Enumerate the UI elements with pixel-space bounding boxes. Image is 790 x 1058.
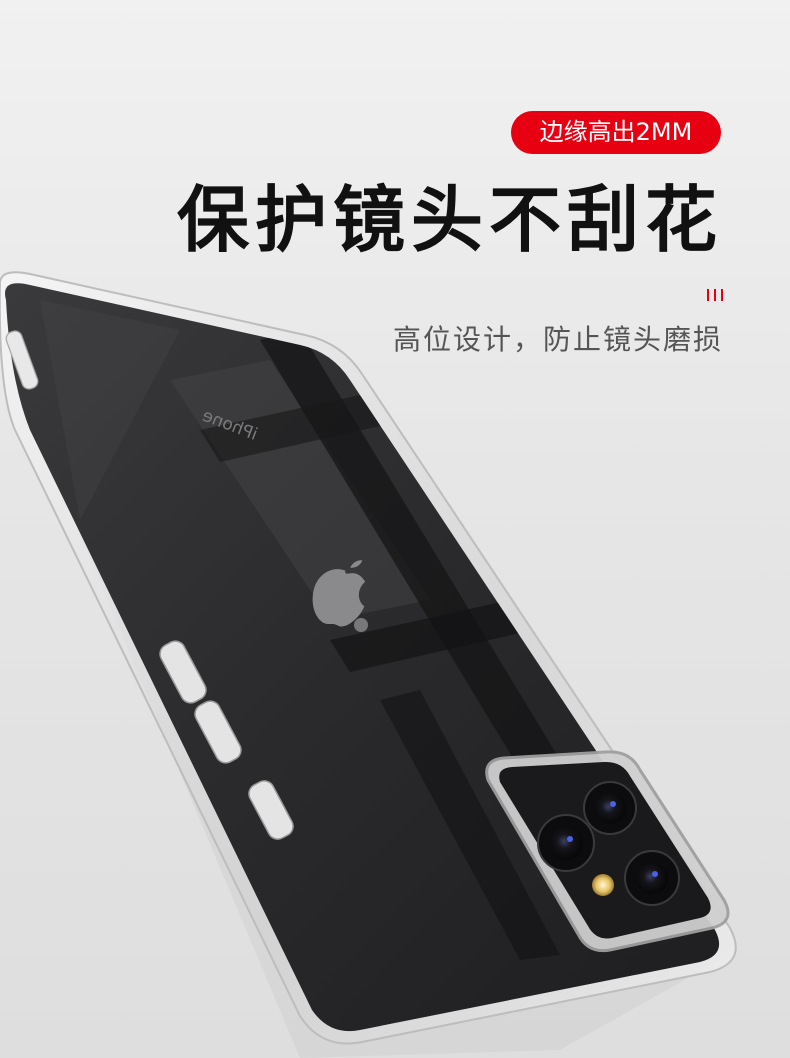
subheading-text: 高位设计，防止镜头磨损	[392, 323, 723, 356]
product-banner: iPhone 边缘高出2MM 保护镜头不刮花 高位设计，防止镜头磨损	[0, 0, 790, 1058]
phone-case-photo: iPhone	[0, 271, 737, 1058]
headline-title: 保护镜头不刮花	[176, 178, 723, 262]
edge-height-badge: 边缘高出2MM	[511, 111, 721, 154]
accent-marks	[707, 289, 725, 301]
